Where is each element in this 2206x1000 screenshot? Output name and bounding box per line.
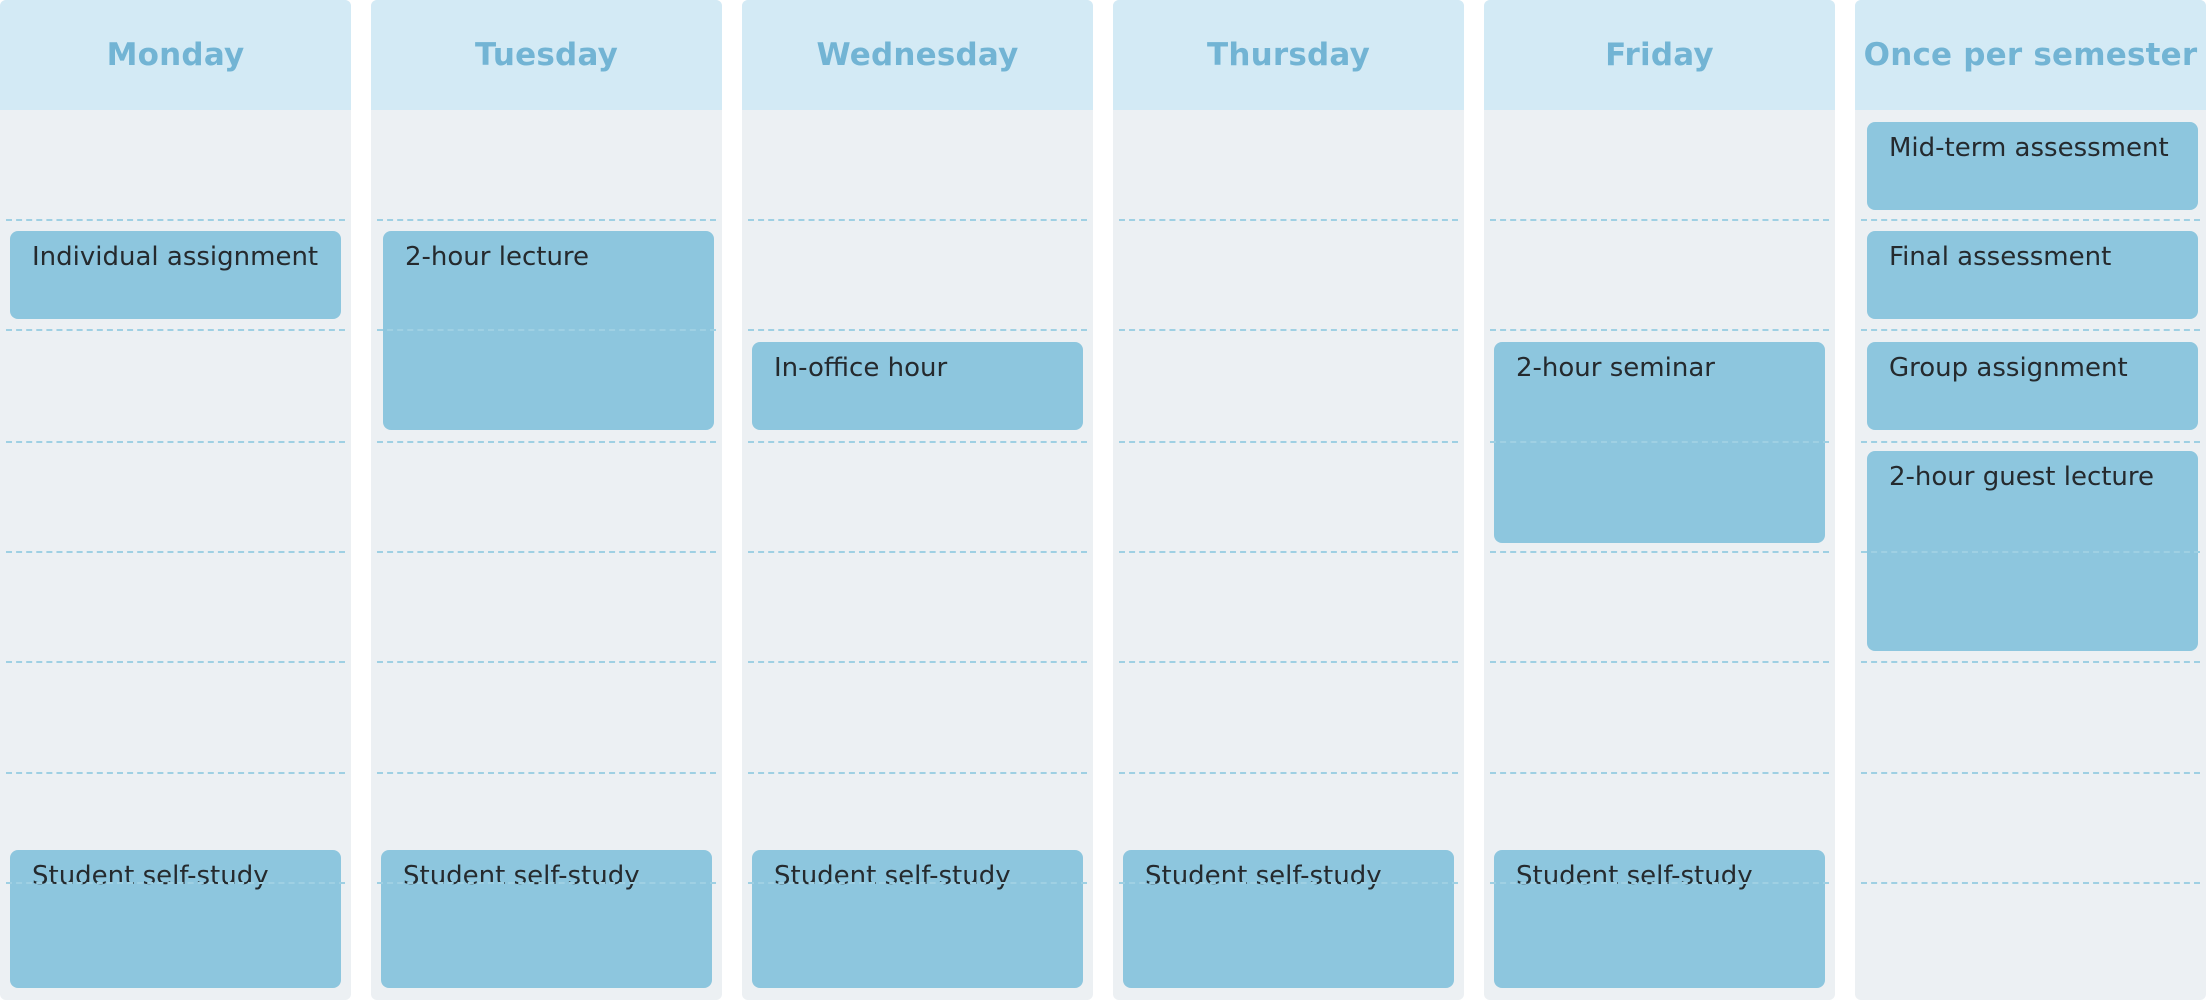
slot-divider	[1490, 219, 1829, 221]
slot-divider	[1861, 329, 2200, 331]
slot-divider	[377, 551, 716, 553]
weekly-schedule: Monday Individual assignment Student sel…	[0, 0, 2206, 1000]
slot-divider	[6, 882, 345, 884]
slot-divider	[1119, 329, 1458, 331]
column-monday: Monday Individual assignment Student sel…	[0, 0, 351, 1000]
slot-divider	[1490, 551, 1829, 553]
slot-divider	[748, 441, 1087, 443]
slot-divider	[1861, 441, 2200, 443]
slot-divider	[1861, 551, 2200, 553]
column-header-tuesday: Tuesday	[371, 0, 722, 110]
slot-divider	[1861, 661, 2200, 663]
slot-divider	[377, 219, 716, 221]
slot-divider	[1119, 661, 1458, 663]
slot-divider	[377, 329, 716, 331]
event-student-self-study-friday[interactable]: Student self-study	[1494, 850, 1825, 988]
slot-divider	[1490, 772, 1829, 774]
column-header-monday: Monday	[0, 0, 351, 110]
slot-divider	[6, 551, 345, 553]
slot-divider	[6, 661, 345, 663]
slot-divider	[377, 772, 716, 774]
event-student-self-study-wednesday[interactable]: Student self-study	[752, 850, 1083, 988]
slot-divider	[1119, 441, 1458, 443]
event-in-office-hour[interactable]: In-office hour	[752, 342, 1083, 430]
column-friday: Friday 2-hour seminar Student self-study	[1484, 0, 1835, 1000]
slot-divider	[6, 441, 345, 443]
slot-divider	[1861, 772, 2200, 774]
slot-divider	[748, 772, 1087, 774]
slot-divider	[1490, 661, 1829, 663]
slot-divider	[1861, 219, 2200, 221]
column-header-thursday: Thursday	[1113, 0, 1464, 110]
slot-divider	[6, 219, 345, 221]
slot-divider	[1119, 772, 1458, 774]
slot-divider	[1490, 329, 1829, 331]
event-student-self-study-monday[interactable]: Student self-study	[10, 850, 341, 988]
slot-divider	[377, 441, 716, 443]
column-once-per-semester: Once per semester Mid-term assessment Fi…	[1855, 0, 2206, 1000]
slot-divider	[748, 329, 1087, 331]
slot-divider	[748, 219, 1087, 221]
slot-divider	[1119, 882, 1458, 884]
event-group-assignment[interactable]: Group assignment	[1867, 342, 2198, 430]
column-header-friday: Friday	[1484, 0, 1835, 110]
slot-divider	[748, 882, 1087, 884]
slot-divider	[377, 661, 716, 663]
column-wednesday: Wednesday In-office hour Student self-st…	[742, 0, 1093, 1000]
slot-divider	[1119, 219, 1458, 221]
column-thursday: Thursday Student self-study	[1113, 0, 1464, 1000]
column-header-once-per-semester: Once per semester	[1855, 0, 2206, 110]
slot-divider	[1490, 441, 1829, 443]
event-student-self-study-tuesday[interactable]: Student self-study	[381, 850, 712, 988]
column-header-wednesday: Wednesday	[742, 0, 1093, 110]
event-mid-term-assessment[interactable]: Mid-term assessment	[1867, 122, 2198, 210]
slot-divider	[377, 882, 716, 884]
slot-divider	[1490, 882, 1829, 884]
column-tuesday: Tuesday 2-hour lecture Student self-stud…	[371, 0, 722, 1000]
slot-divider	[748, 661, 1087, 663]
slot-divider	[748, 551, 1087, 553]
slot-divider	[1119, 551, 1458, 553]
slot-divider	[6, 329, 345, 331]
event-individual-assignment[interactable]: Individual assignment	[10, 231, 341, 319]
event-final-assessment[interactable]: Final assessment	[1867, 231, 2198, 319]
slot-divider	[1861, 882, 2200, 884]
event-student-self-study-thursday[interactable]: Student self-study	[1123, 850, 1454, 988]
slot-divider	[6, 772, 345, 774]
